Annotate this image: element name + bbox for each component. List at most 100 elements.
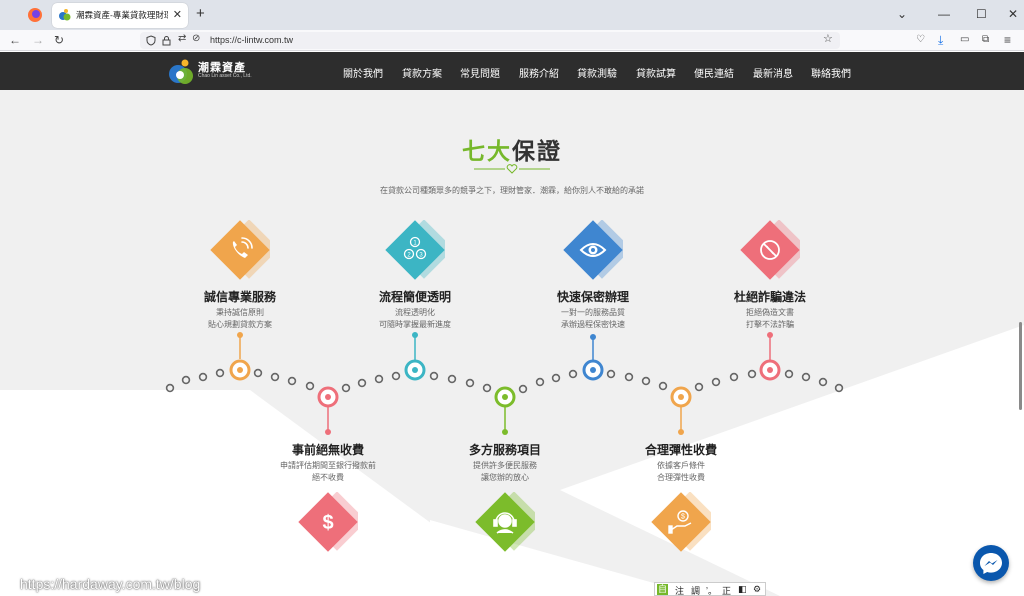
ime-item-2[interactable]: 調 — [691, 584, 700, 596]
timeline-dot — [270, 372, 280, 382]
extensions-icon[interactable]: ⧉ — [982, 32, 989, 48]
browser-tab-active[interactable]: 潮霖資產-專業貸款理財環債顧問 ✕ — [52, 3, 188, 28]
feature-icon-tile-3[interactable] — [563, 220, 623, 280]
feature-2-desc-line1: 流程透明化 — [395, 308, 435, 317]
feature-icon-tile-5[interactable]: $ — [298, 492, 358, 552]
feature-1-desc-line1: 秉持誠信原則 — [216, 308, 264, 317]
feature-3-desc-line1: 一對一的服務品質 — [561, 308, 625, 317]
messenger-icon — [980, 553, 1002, 574]
browser-nav-bar: ← → ↻ ⇄ ⊘ https://c-lintw.com.tw ☆ ♡ ⤓ ▭… — [0, 30, 1024, 51]
window-close-icon[interactable]: ✕ — [1008, 6, 1018, 22]
feature-4-title: 杜絕詐騙違法 — [733, 290, 806, 304]
tab-close-icon[interactable]: ✕ — [173, 8, 182, 22]
maximize-icon[interactable]: ☐ — [976, 6, 987, 22]
timeline-dot — [535, 377, 545, 387]
timeline-dot — [429, 371, 439, 381]
feature-6-desc-line1: 提供許多便民服務 — [473, 461, 537, 470]
url-text: https://c-lintw.com.tw — [210, 35, 294, 45]
seven-guarantees-section: 七大保證 在貸款公司種類眾多的競爭之下，理財管家．潮霖，給你別人不敢給的承諾 1… — [0, 90, 1024, 596]
timeline-dot — [694, 382, 704, 392]
timeline-dot — [784, 369, 794, 379]
feature-7-title: 合理彈性收費 — [644, 443, 717, 457]
timeline-dot — [641, 376, 651, 386]
svg-text:$: $ — [681, 514, 685, 521]
feature-4-desc-line1: 拒絕偽造文書 — [746, 308, 794, 317]
menu-about[interactable]: 關於我們 — [343, 65, 383, 80]
timeline-node-4 — [759, 359, 781, 381]
timeline-node-5 — [317, 386, 339, 408]
timeline-dot — [253, 368, 263, 378]
page-scrollbar[interactable] — [1019, 322, 1022, 410]
logo-icon[interactable] — [168, 58, 196, 86]
timeline-dot — [729, 372, 739, 382]
timeline-dot — [391, 371, 401, 381]
ime-settings-icon[interactable]: ⚙ — [753, 584, 761, 595]
bookmark-star-icon[interactable]: ☆ — [823, 32, 833, 45]
timeline-dot — [711, 377, 721, 387]
menu-services[interactable]: 服務介紹 — [519, 65, 559, 80]
timeline-dot — [215, 368, 225, 378]
new-tab-icon[interactable]: + — [196, 5, 205, 23]
feature-icon-tile-4[interactable] — [740, 220, 800, 280]
ime-item-4[interactable]: 正 — [722, 584, 731, 596]
messenger-chat-button[interactable] — [973, 545, 1009, 581]
timeline-dot — [181, 375, 191, 385]
back-icon[interactable]: ← — [9, 32, 21, 48]
ime-item-3[interactable]: ʼ。 — [706, 584, 717, 596]
menu-faq[interactable]: 常見問題 — [460, 65, 500, 80]
minimize-icon[interactable]: — — [938, 6, 950, 22]
feature-5-desc-line1: 申請評估期間至銀行撥款前 — [280, 461, 376, 470]
feature-5-desc-line2: 絕不收費 — [312, 473, 344, 482]
downloads-icon[interactable]: ⤓ — [938, 32, 943, 48]
timeline-dot — [482, 383, 492, 393]
timeline-dot — [658, 381, 668, 391]
logo-subtitle: Chao Lin asset Co., Ltd. — [198, 73, 252, 79]
feature-5-title: 事前絕無收費 — [291, 443, 364, 457]
reload-icon[interactable]: ↻ — [54, 32, 64, 48]
timeline-node-1 — [229, 359, 251, 381]
timeline-dot — [341, 383, 351, 393]
timeline-dot — [518, 384, 528, 394]
menu-icon[interactable]: ≡ — [1004, 32, 1011, 48]
feature-icon-tile-2[interactable]: 1 2 3 — [385, 220, 445, 280]
timeline-dot — [165, 383, 175, 393]
timeline-node-2 — [404, 359, 426, 381]
shield-icon[interactable] — [146, 35, 156, 46]
timeline-dot — [818, 377, 828, 387]
timeline-dot — [606, 369, 616, 379]
watermark-text: https://hardaway.com.tw/blog — [20, 576, 201, 592]
menu-useful-links[interactable]: 便民連結 — [694, 65, 734, 80]
feature-4-desc-line2: 打擊不法詐騙 — [746, 320, 794, 329]
timeline-dot — [447, 374, 457, 384]
tracking-icon[interactable]: ⊘ — [192, 33, 200, 44]
tab-list-icon[interactable]: ⌄ — [897, 6, 907, 22]
pocket-icon[interactable]: ♡ — [916, 32, 925, 48]
feature-1-title: 誠信專業服務 — [203, 290, 276, 304]
browser-tab-bar: 潮霖資產-專業貸款理財環債顧問 ✕ + ⌄ — ☐ ✕ — [0, 0, 1024, 30]
timeline-dot — [551, 373, 561, 383]
timeline-dot — [834, 383, 844, 393]
feature-icon-tile-7[interactable]: $ — [651, 492, 711, 552]
menu-news[interactable]: 最新消息 — [753, 65, 793, 80]
ime-toolbar[interactable]: 自 注 調 ʼ。 正 ◧ ⚙ — [654, 582, 766, 596]
firefox-icon[interactable] — [26, 6, 44, 24]
timeline-node-3 — [582, 359, 604, 381]
ime-keyboard-icon[interactable]: ◧ — [738, 584, 747, 595]
sidebar-icon[interactable]: ▭ — [960, 32, 969, 48]
feature-6-desc-line2: 讓您辦的放心 — [481, 473, 529, 482]
ime-item-1[interactable]: 注 — [675, 584, 684, 596]
feature-icon-tile-1[interactable] — [210, 220, 270, 280]
menu-loan-calculator[interactable]: 貸款試算 — [636, 65, 676, 80]
forward-icon[interactable]: → — [32, 32, 44, 48]
feature-icon-tile-6[interactable] — [475, 492, 535, 552]
feature-6-title: 多方服務項目 — [468, 443, 541, 457]
menu-loan-plans[interactable]: 貸款方案 — [402, 65, 442, 80]
address-bar[interactable]: ⇄ ⊘ https://c-lintw.com.tw ☆ — [140, 32, 840, 49]
lock-icon[interactable] — [162, 35, 171, 46]
ime-mode-icon[interactable]: 自 — [657, 584, 668, 595]
timeline-node-7 — [670, 386, 692, 408]
menu-contact[interactable]: 聯絡我們 — [811, 65, 851, 80]
permissions-icon[interactable]: ⇄ — [178, 33, 186, 44]
site-header: 潮霖資產 Chao Lin asset Co., Ltd. 關於我們 貸款方案 … — [0, 52, 1024, 90]
menu-loan-quiz[interactable]: 貸款測驗 — [577, 65, 617, 80]
